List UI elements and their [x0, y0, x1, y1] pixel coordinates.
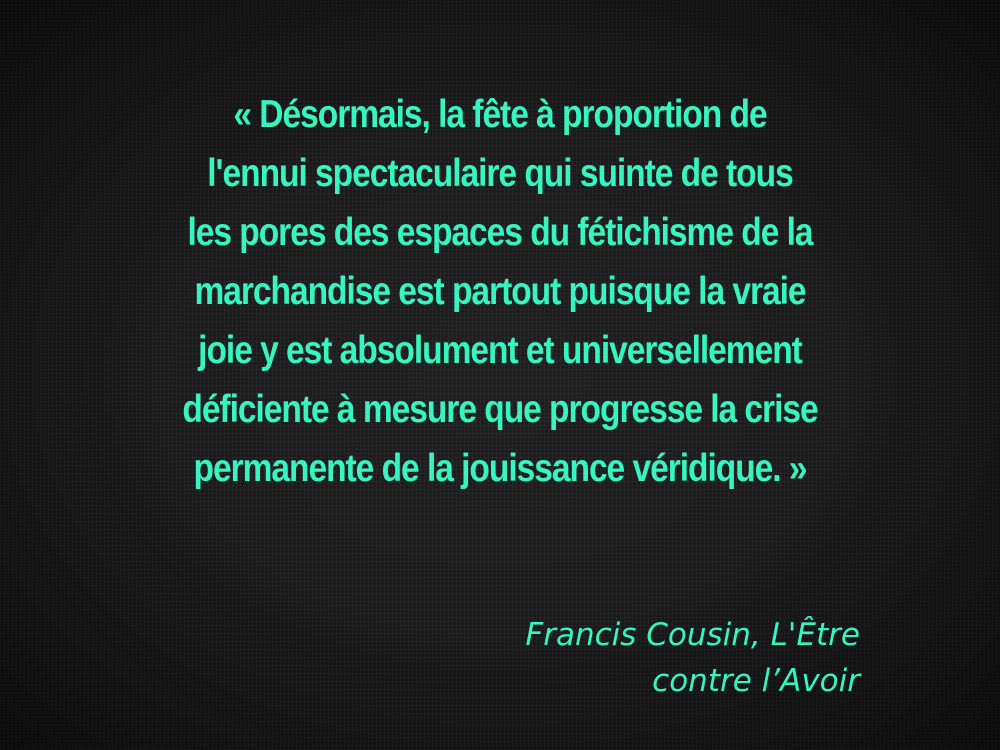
quote-line: les pores des espaces du fétichisme de l… — [187, 211, 813, 254]
quote-attribution: Francis Cousin, L'Être contre l’Avoir — [340, 612, 860, 704]
quote-line: « Désormais, la fête à proportion de — [233, 93, 767, 136]
quote-line: joie y est absolument et universellement — [198, 329, 803, 372]
quote-line: l'ennui spectaculaire qui suinte de tous — [207, 152, 793, 195]
attribution-line: Francis Cousin, L'Être — [525, 617, 860, 653]
quote-line: permanente de la jouissance véridique. » — [193, 447, 807, 490]
quote-text: « Désormais, la fête à proportion de l'e… — [122, 85, 879, 498]
quote-line: marchandise est partout puisque la vraie — [194, 270, 806, 313]
quote-slide: « Désormais, la fête à proportion de l'e… — [0, 0, 1000, 750]
attribution-line: contre l’Avoir — [652, 663, 860, 699]
quote-line: déficiente à mesure que progresse la cri… — [182, 388, 818, 431]
